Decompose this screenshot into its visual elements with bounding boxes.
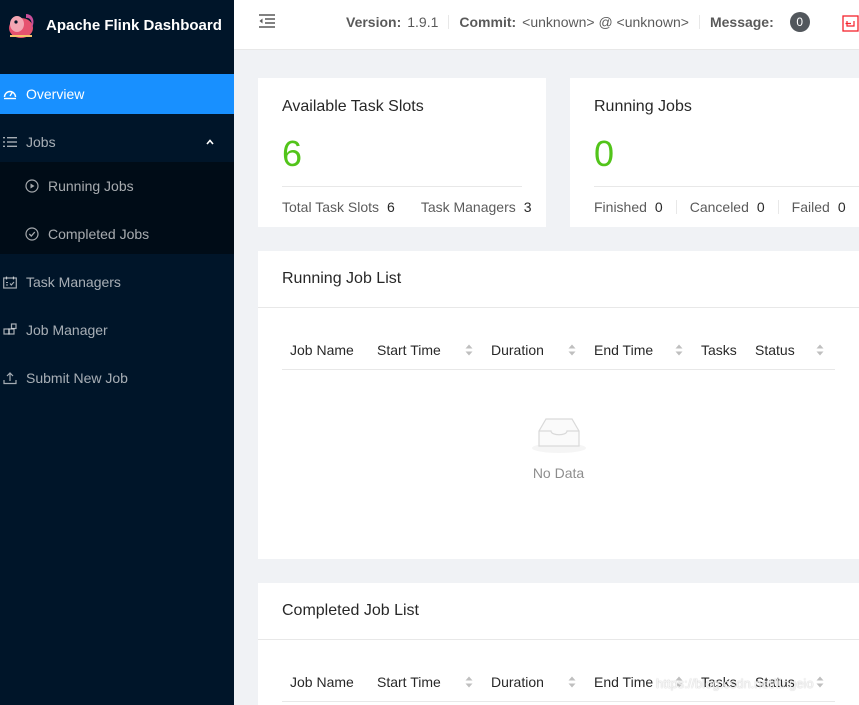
sort-icon[interactable]	[568, 675, 576, 689]
bars-icon	[2, 134, 18, 150]
task-slots-card: Available Task Slots 6 Total Task Slots …	[258, 78, 546, 227]
sidebar-item-jobs[interactable]: Jobs	[0, 122, 234, 162]
canceled-value: 0	[756, 199, 765, 215]
finished-label: Finished	[594, 199, 647, 215]
divider	[675, 200, 677, 214]
failed-value: 0	[837, 199, 846, 215]
card-header: Completed Job List	[258, 583, 859, 640]
sidebar-menu: Overview Jobs Running Jobs Completed Job…	[0, 74, 234, 406]
sort-icon[interactable]	[816, 343, 824, 357]
running-job-list-card: Running Job List Job Name Start Time Dur…	[258, 251, 859, 559]
version-label: Version:	[346, 14, 402, 30]
sort-icon[interactable]	[816, 675, 824, 689]
card-header: Running Job List	[258, 251, 859, 308]
divider	[698, 15, 700, 29]
card-title: Running Jobs	[594, 98, 692, 115]
play-circle-icon	[24, 178, 40, 194]
column-header-job-name[interactable]: Job Name	[290, 674, 354, 690]
sidebar-item-task-managers[interactable]: Task Managers	[0, 262, 234, 302]
empty-text: No Data	[532, 465, 585, 481]
failed-label: Failed	[791, 199, 830, 215]
column-header-tasks[interactable]: Tasks	[701, 342, 737, 358]
running-jobs-value: 0	[594, 133, 615, 174]
version-value: 1.9.1	[407, 14, 439, 30]
logo[interactable]: Apache Flink Dashboard	[0, 0, 234, 50]
column-header-duration[interactable]: Duration	[491, 342, 544, 358]
top-header: Version: 1.9.1 Commit: <unknown> @ <unkn…	[234, 0, 859, 50]
card-title: Completed Job List	[282, 602, 419, 619]
dashboard-icon	[2, 86, 18, 102]
sidebar-item-label: Task Managers	[26, 274, 121, 290]
sidebar-item-label: Jobs	[26, 134, 56, 150]
card-footer: Finished 0 Canceled 0 Failed 0	[594, 186, 859, 215]
finished-value: 0	[654, 199, 663, 215]
jobs-submenu: Running Jobs Completed Jobs	[0, 162, 234, 254]
total-slots-label: Total Task Slots	[282, 199, 380, 215]
build-icon	[2, 322, 18, 338]
column-header-end-time[interactable]: End Time	[594, 342, 653, 358]
sidebar-item-label: Completed Jobs	[48, 226, 150, 242]
card-footer: Total Task Slots 6 Task Managers 3	[282, 186, 532, 215]
sidebar-item-label: Job Manager	[26, 322, 108, 338]
running-jobs-card: Running Jobs 0 Finished 0 Canceled 0 Fai…	[570, 78, 859, 227]
sidebar-item-running-jobs[interactable]: Running Jobs	[0, 166, 234, 206]
app-title: Apache Flink Dashboard	[46, 16, 222, 34]
column-header-job-name[interactable]: Job Name	[290, 342, 354, 358]
sidebar-item-completed-jobs[interactable]: Completed Jobs	[0, 214, 234, 254]
logout-icon[interactable]	[842, 15, 859, 32]
sidebar-item-label: Submit New Job	[26, 370, 128, 386]
commit-value: <unknown> @ <unknown>	[522, 14, 689, 30]
sidebar-item-job-manager[interactable]: Job Manager	[0, 310, 234, 350]
column-header-end-time[interactable]: End Time	[594, 674, 653, 690]
check-circle-icon	[24, 226, 40, 242]
schedule-icon	[2, 274, 18, 290]
chevron-up-icon	[206, 139, 214, 145]
divider	[448, 15, 450, 29]
sidebar-item-label: Running Jobs	[48, 178, 134, 194]
flink-squirrel-icon	[9, 14, 34, 38]
task-managers-value: 3	[523, 199, 532, 215]
sort-icon[interactable]	[465, 343, 473, 357]
commit-label: Commit:	[459, 14, 517, 30]
table-header: Job Name Start Time Duration End Time Ta…	[282, 330, 835, 370]
column-header-start-time[interactable]: Start Time	[377, 674, 441, 690]
total-slots-value: 6	[387, 199, 395, 215]
message-count-badge[interactable]: 0	[789, 12, 810, 32]
column-header-start-time[interactable]: Start Time	[377, 342, 441, 358]
column-header-status[interactable]: Status	[755, 342, 795, 358]
sidebar: Apache Flink Dashboard Overview Jobs Run…	[0, 0, 234, 705]
available-slots-value: 6	[282, 133, 303, 174]
watermark: https://blog.csdn.net/lingeio	[656, 676, 814, 691]
sidebar-item-label: Overview	[26, 86, 85, 102]
menu-fold-icon[interactable]	[258, 13, 276, 29]
message-label: Message:	[709, 14, 774, 30]
sort-icon[interactable]	[568, 343, 576, 357]
sort-icon[interactable]	[675, 343, 683, 357]
upload-icon	[2, 370, 18, 386]
sidebar-item-overview[interactable]: Overview	[0, 74, 234, 114]
card-title: Running Job List	[282, 270, 402, 287]
sidebar-item-submit-new-job[interactable]: Submit New Job	[0, 358, 234, 398]
card-title: Available Task Slots	[282, 98, 424, 115]
empty-inbox-icon	[531, 418, 586, 453]
divider	[777, 200, 779, 214]
empty-state: No Data	[258, 411, 859, 481]
sort-icon[interactable]	[465, 675, 473, 689]
canceled-label: Canceled	[689, 199, 749, 215]
task-managers-label: Task Managers	[420, 199, 516, 215]
header-info: Version: 1.9.1 Commit: <unknown> @ <unkn…	[346, 0, 810, 44]
column-header-duration[interactable]: Duration	[491, 674, 544, 690]
